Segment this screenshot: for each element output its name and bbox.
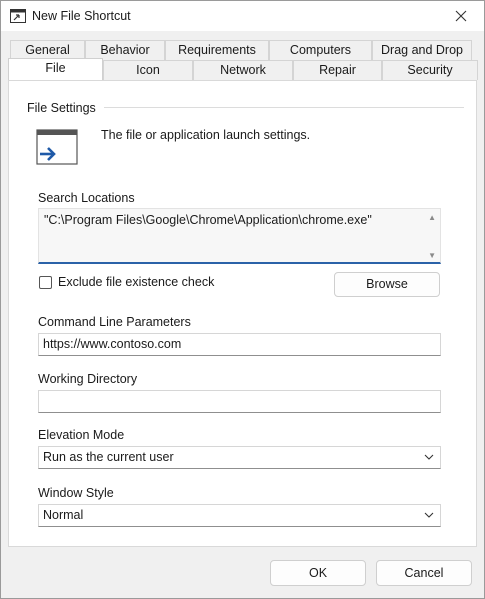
- dialog-window: New File Shortcut General Behavior Requi…: [0, 0, 485, 599]
- window-title: New File Shortcut: [32, 9, 131, 23]
- scroll-up-icon[interactable]: ▲: [428, 213, 436, 222]
- tab-row-1: General Behavior Requirements Computers …: [10, 40, 472, 60]
- tab-row-2: File Icon Network Repair Security: [8, 58, 478, 80]
- close-button[interactable]: [438, 1, 484, 31]
- window-style-select[interactable]: Normal: [38, 504, 441, 527]
- exclude-file-check-label: Exclude file existence check: [58, 275, 215, 289]
- window-style-value: Normal: [43, 508, 84, 522]
- search-locations-label: Search Locations: [38, 191, 135, 205]
- tab-security[interactable]: Security: [382, 60, 478, 80]
- chevron-down-icon: [424, 454, 434, 460]
- working-directory-input[interactable]: [38, 390, 441, 413]
- tab-file[interactable]: File: [8, 58, 103, 80]
- tab-network[interactable]: Network: [193, 60, 293, 80]
- chevron-down-icon: [424, 512, 434, 518]
- file-settings-group-label: File Settings: [27, 101, 96, 115]
- command-line-label: Command Line Parameters: [38, 315, 191, 329]
- cancel-button[interactable]: Cancel: [376, 560, 472, 586]
- exclude-file-check-checkbox[interactable]: [39, 276, 52, 289]
- close-icon: [455, 10, 467, 22]
- title-bar: New File Shortcut: [1, 1, 484, 31]
- search-locations-textarea[interactable]: "C:\Program Files\Google\Chrome\Applicat…: [38, 208, 441, 264]
- group-divider: [104, 107, 464, 108]
- command-line-input[interactable]: https://www.contoso.com: [38, 333, 441, 356]
- browse-button[interactable]: Browse: [334, 272, 440, 297]
- file-launch-icon: [36, 129, 78, 165]
- window-style-label: Window Style: [38, 486, 114, 500]
- window-icon: [10, 9, 26, 23]
- tab-computers[interactable]: Computers: [269, 40, 372, 60]
- elevation-mode-select[interactable]: Run as the current user: [38, 446, 441, 469]
- search-locations-value: "C:\Program Files\Google\Chrome\Applicat…: [44, 213, 372, 227]
- tab-repair[interactable]: Repair: [293, 60, 382, 80]
- ok-button[interactable]: OK: [270, 560, 366, 586]
- tab-general[interactable]: General: [10, 40, 85, 60]
- tab-behavior[interactable]: Behavior: [85, 40, 165, 60]
- elevation-mode-label: Elevation Mode: [38, 428, 125, 442]
- file-tab-panel: File Settings The file or application la…: [8, 80, 477, 547]
- tab-requirements[interactable]: Requirements: [165, 40, 269, 60]
- scroll-down-icon[interactable]: ▼: [428, 251, 436, 260]
- working-directory-label: Working Directory: [38, 372, 138, 386]
- tab-drag-and-drop[interactable]: Drag and Drop: [372, 40, 472, 60]
- elevation-mode-value: Run as the current user: [43, 450, 174, 464]
- tab-icon[interactable]: Icon: [103, 60, 193, 80]
- file-settings-description: The file or application launch settings.: [101, 128, 311, 142]
